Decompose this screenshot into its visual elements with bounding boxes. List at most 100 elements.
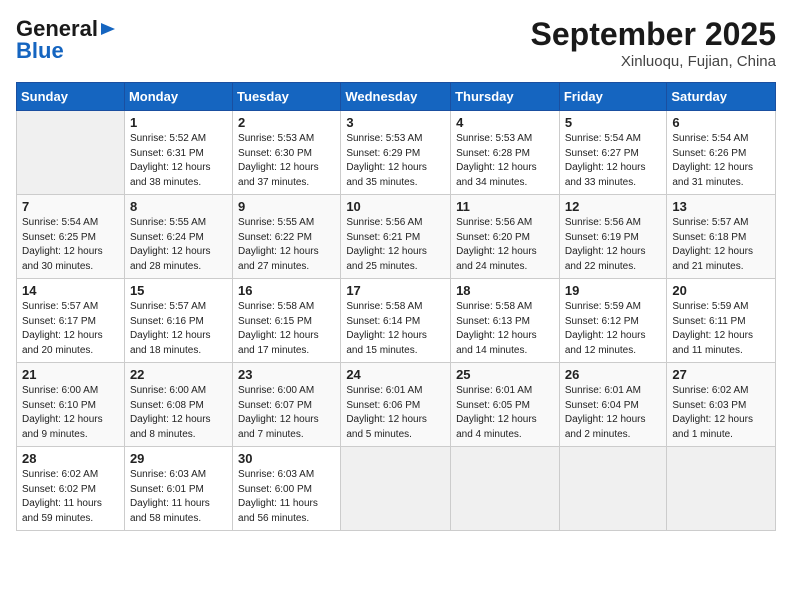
day-info: Sunrise: 5:56 AM Sunset: 6:19 PM Dayligh… xyxy=(565,216,662,274)
day-number: 27 xyxy=(672,367,770,382)
day-info: Sunrise: 5:57 AM Sunset: 6:16 PM Dayligh… xyxy=(130,300,227,358)
logo: General Blue xyxy=(16,16,117,64)
day-number: 4 xyxy=(456,115,554,130)
logo-blue: Blue xyxy=(16,38,64,64)
weekday-header-wednesday: Wednesday xyxy=(341,83,451,111)
calendar-cell xyxy=(341,447,451,531)
calendar-cell: 24 Sunrise: 6:01 AM Sunset: 6:06 PM Dayli… xyxy=(341,363,451,447)
calendar-cell: 8 Sunrise: 5:55 AM Sunset: 6:24 PM Daylig… xyxy=(124,195,232,279)
day-number: 20 xyxy=(672,283,770,298)
day-info: Sunrise: 5:55 AM Sunset: 6:24 PM Dayligh… xyxy=(130,216,227,274)
day-info: Sunrise: 5:58 AM Sunset: 6:14 PM Dayligh… xyxy=(346,300,445,358)
day-number: 18 xyxy=(456,283,554,298)
day-number: 23 xyxy=(238,367,335,382)
calendar-cell: 27Sunrise: 6:02 AM Sunset: 6:03 PM Dayli… xyxy=(667,363,776,447)
day-number: 14 xyxy=(22,283,119,298)
calendar-cell: 22 Sunrise: 6:00 AM Sunset: 6:08 PM Dayli… xyxy=(124,363,232,447)
day-info: Sunrise: 5:55 AM Sunset: 6:22 PM Dayligh… xyxy=(238,216,335,274)
calendar-week-3: 14 Sunrise: 5:57 AM Sunset: 6:17 PM Dayli… xyxy=(17,279,776,363)
calendar-cell: 11 Sunrise: 5:56 AM Sunset: 6:20 PM Dayli… xyxy=(451,195,560,279)
day-info: Sunrise: 6:01 AM Sunset: 6:06 PM Dayligh… xyxy=(346,384,445,442)
day-number: 25 xyxy=(456,367,554,382)
calendar-cell: 5 Sunrise: 5:54 AM Sunset: 6:27 PM Daylig… xyxy=(559,111,667,195)
calendar-cell: 1Sunrise: 5:52 AM Sunset: 6:31 PM Daylig… xyxy=(124,111,232,195)
day-info: Sunrise: 5:53 AM Sunset: 6:28 PM Dayligh… xyxy=(456,132,554,190)
weekday-header-thursday: Thursday xyxy=(451,83,560,111)
day-info: Sunrise: 5:57 AM Sunset: 6:17 PM Dayligh… xyxy=(22,300,119,358)
calendar-cell: 26Sunrise: 6:01 AM Sunset: 6:04 PM Dayli… xyxy=(559,363,667,447)
day-number: 26 xyxy=(565,367,662,382)
day-info: Sunrise: 5:59 AM Sunset: 6:11 PM Dayligh… xyxy=(672,300,770,358)
calendar-cell xyxy=(17,111,125,195)
calendar-cell xyxy=(667,447,776,531)
calendar-cell: 15 Sunrise: 5:57 AM Sunset: 6:16 PM Dayli… xyxy=(124,279,232,363)
calendar-header-row: SundayMondayTuesdayWednesdayThursdayFrid… xyxy=(17,83,776,111)
weekday-header-tuesday: Tuesday xyxy=(233,83,341,111)
weekday-header-sunday: Sunday xyxy=(17,83,125,111)
day-number: 15 xyxy=(130,283,227,298)
day-number: 21 xyxy=(22,367,119,382)
calendar-cell: 7Sunrise: 5:54 AM Sunset: 6:25 PM Daylig… xyxy=(17,195,125,279)
calendar-cell: 16Sunrise: 5:58 AM Sunset: 6:15 PM Dayli… xyxy=(233,279,341,363)
calendar-cell xyxy=(451,447,560,531)
calendar-cell: 21 Sunrise: 6:00 AM Sunset: 6:10 PM Dayli… xyxy=(17,363,125,447)
calendar-cell: 13 Sunrise: 5:57 AM Sunset: 6:18 PM Dayli… xyxy=(667,195,776,279)
day-number: 10 xyxy=(346,199,445,214)
day-number: 6 xyxy=(672,115,770,130)
logo-arrow-icon xyxy=(99,20,117,38)
day-number: 24 xyxy=(346,367,445,382)
day-number: 22 xyxy=(130,367,227,382)
calendar-cell: 28 Sunrise: 6:02 AM Sunset: 6:02 PM Dayli… xyxy=(17,447,125,531)
day-info: Sunrise: 5:53 AM Sunset: 6:29 PM Dayligh… xyxy=(346,132,445,190)
calendar-cell: 4 Sunrise: 5:53 AM Sunset: 6:28 PM Daylig… xyxy=(451,111,560,195)
calendar-cell: 19 Sunrise: 5:59 AM Sunset: 6:12 PM Dayli… xyxy=(559,279,667,363)
day-info: Sunrise: 5:56 AM Sunset: 6:20 PM Dayligh… xyxy=(456,216,554,274)
day-number: 13 xyxy=(672,199,770,214)
day-info: Sunrise: 5:59 AM Sunset: 6:12 PM Dayligh… xyxy=(565,300,662,358)
title-block: September 2025 Xinluoqu, Fujian, China xyxy=(531,16,776,70)
calendar-week-2: 7Sunrise: 5:54 AM Sunset: 6:25 PM Daylig… xyxy=(17,195,776,279)
day-info: Sunrise: 6:02 AM Sunset: 6:02 PM Dayligh… xyxy=(22,468,119,526)
day-info: Sunrise: 5:58 AM Sunset: 6:15 PM Dayligh… xyxy=(238,300,335,358)
calendar-cell: 9 Sunrise: 5:55 AM Sunset: 6:22 PM Daylig… xyxy=(233,195,341,279)
calendar-cell: 3 Sunrise: 5:53 AM Sunset: 6:29 PM Daylig… xyxy=(341,111,451,195)
day-info: Sunrise: 6:00 AM Sunset: 6:08 PM Dayligh… xyxy=(130,384,227,442)
calendar-cell: 18Sunrise: 5:58 AM Sunset: 6:13 PM Dayli… xyxy=(451,279,560,363)
day-number: 11 xyxy=(456,199,554,214)
day-number: 9 xyxy=(238,199,335,214)
day-info: Sunrise: 5:57 AM Sunset: 6:18 PM Dayligh… xyxy=(672,216,770,274)
calendar-week-4: 21 Sunrise: 6:00 AM Sunset: 6:10 PM Dayli… xyxy=(17,363,776,447)
day-info: Sunrise: 5:54 AM Sunset: 6:26 PM Dayligh… xyxy=(672,132,770,190)
day-number: 5 xyxy=(565,115,662,130)
month-title: September 2025 xyxy=(531,16,776,53)
day-info: Sunrise: 6:00 AM Sunset: 6:07 PM Dayligh… xyxy=(238,384,335,442)
calendar-table: SundayMondayTuesdayWednesdayThursdayFrid… xyxy=(16,82,776,531)
calendar-cell: 29Sunrise: 6:03 AM Sunset: 6:01 PM Dayli… xyxy=(124,447,232,531)
day-info: Sunrise: 6:01 AM Sunset: 6:05 PM Dayligh… xyxy=(456,384,554,442)
day-info: Sunrise: 6:03 AM Sunset: 6:00 PM Dayligh… xyxy=(238,468,335,526)
day-number: 2 xyxy=(238,115,335,130)
day-info: Sunrise: 6:03 AM Sunset: 6:01 PM Dayligh… xyxy=(130,468,227,526)
page-header: General Blue September 2025 Xinluoqu, Fu… xyxy=(16,16,776,70)
day-number: 28 xyxy=(22,451,119,466)
day-info: Sunrise: 5:54 AM Sunset: 6:25 PM Dayligh… xyxy=(22,216,119,274)
calendar-cell: 14 Sunrise: 5:57 AM Sunset: 6:17 PM Dayli… xyxy=(17,279,125,363)
calendar-cell: 30Sunrise: 6:03 AM Sunset: 6:00 PM Dayli… xyxy=(233,447,341,531)
calendar-cell: 2 Sunrise: 5:53 AM Sunset: 6:30 PM Daylig… xyxy=(233,111,341,195)
day-number: 3 xyxy=(346,115,445,130)
calendar-cell: 23 Sunrise: 6:00 AM Sunset: 6:07 PM Dayli… xyxy=(233,363,341,447)
day-info: Sunrise: 5:54 AM Sunset: 6:27 PM Dayligh… xyxy=(565,132,662,190)
day-number: 19 xyxy=(565,283,662,298)
weekday-header-friday: Friday xyxy=(559,83,667,111)
day-info: Sunrise: 5:52 AM Sunset: 6:31 PM Dayligh… xyxy=(130,132,227,190)
day-info: Sunrise: 5:53 AM Sunset: 6:30 PM Dayligh… xyxy=(238,132,335,190)
calendar-week-1: 1Sunrise: 5:52 AM Sunset: 6:31 PM Daylig… xyxy=(17,111,776,195)
calendar-cell: 17Sunrise: 5:58 AM Sunset: 6:14 PM Dayli… xyxy=(341,279,451,363)
calendar-cell: 10Sunrise: 5:56 AM Sunset: 6:21 PM Dayli… xyxy=(341,195,451,279)
day-info: Sunrise: 6:00 AM Sunset: 6:10 PM Dayligh… xyxy=(22,384,119,442)
weekday-header-monday: Monday xyxy=(124,83,232,111)
calendar-cell: 6 Sunrise: 5:54 AM Sunset: 6:26 PM Daylig… xyxy=(667,111,776,195)
location: Xinluoqu, Fujian, China xyxy=(531,53,776,70)
day-number: 8 xyxy=(130,199,227,214)
day-number: 12 xyxy=(565,199,662,214)
